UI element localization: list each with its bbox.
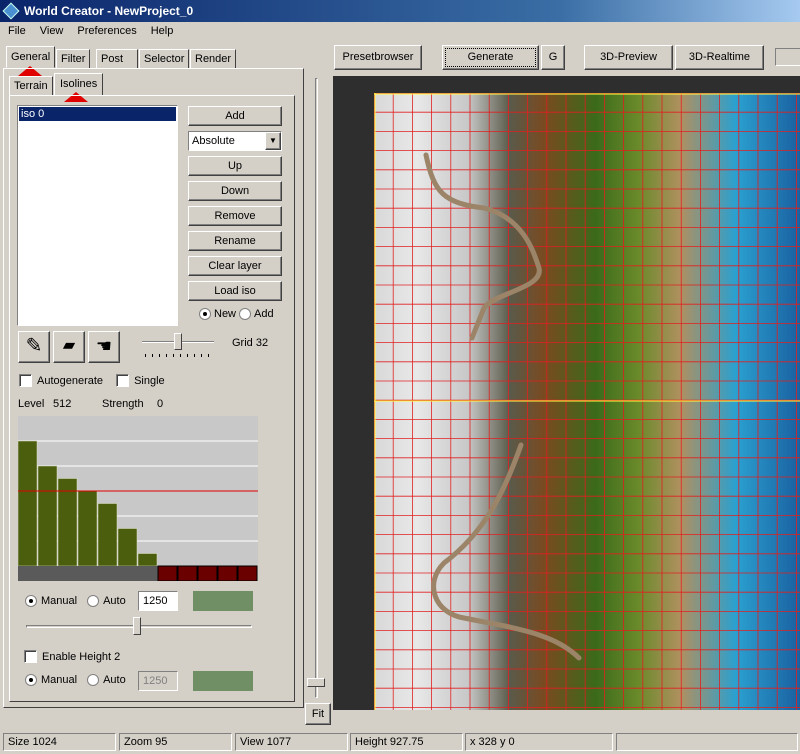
new-add-radios: New Add: [199, 308, 274, 320]
menu-bar: File View Preferences Help: [0, 22, 179, 42]
histogram-bar: [77, 490, 98, 567]
mode-select[interactable]: Absolute ▼: [188, 131, 282, 151]
histogram-bar: [137, 553, 158, 567]
menu-preferences[interactable]: Preferences: [69, 22, 142, 42]
histogram-bar: [18, 440, 38, 567]
status-extra: [616, 733, 798, 751]
title-bar: World Creator - NewProject_0: [0, 0, 800, 22]
up-button[interactable]: Up: [188, 156, 282, 176]
single-checkbox[interactable]: [116, 374, 130, 387]
strength-label: Strength: [102, 398, 144, 410]
height2-input: 1250: [138, 671, 178, 691]
strength-value: 0: [157, 398, 164, 410]
add-button[interactable]: Add: [188, 106, 282, 126]
generate-button[interactable]: Generate: [442, 45, 539, 70]
hand-icon[interactable]: ☚: [88, 331, 120, 363]
window-title: World Creator - NewProject_0: [24, 4, 194, 18]
3d-realtime-button[interactable]: 3D-Realtime: [675, 45, 764, 70]
histogram-bar: [117, 528, 138, 567]
rename-button[interactable]: Rename: [188, 231, 282, 251]
auto-radio[interactable]: [87, 595, 100, 607]
down-button[interactable]: Down: [188, 181, 282, 201]
zoom-slider-track[interactable]: [315, 78, 318, 698]
histogram-bar: [97, 503, 118, 567]
status-coords: x 328 y 0: [465, 733, 613, 751]
manual-radio[interactable]: [25, 595, 37, 607]
histogram-marker: [217, 565, 238, 581]
autogenerate-label: Autogenerate: [37, 374, 104, 387]
remove-button[interactable]: Remove: [188, 206, 282, 226]
height1-slider-thumb[interactable]: [132, 617, 141, 635]
new-label: New: [214, 308, 237, 320]
tab-filter[interactable]: Filter: [56, 49, 91, 69]
enable-height2-checkbox[interactable]: [24, 650, 37, 663]
status-zoom: Zoom 95: [119, 733, 232, 751]
menu-help[interactable]: Help: [143, 22, 180, 42]
load-iso-button[interactable]: Load iso: [188, 281, 282, 301]
status-view: View 1077: [235, 733, 348, 751]
histogram-marker: [197, 565, 218, 581]
terrain-grid: [374, 93, 800, 710]
height1-input[interactable]: 1250: [138, 591, 178, 611]
status-size: Size 1024: [3, 733, 116, 751]
histogram-bar: [57, 478, 78, 567]
eraser-icon[interactable]: ▰: [53, 331, 85, 363]
tab-terrain[interactable]: Terrain: [9, 76, 53, 96]
auto-label: Auto: [103, 595, 126, 607]
slider-ticks: [145, 354, 211, 357]
g-button[interactable]: G: [541, 45, 565, 70]
histogram-base: [18, 566, 158, 581]
height2-color-swatch[interactable]: [193, 671, 253, 691]
autogenerate-checkbox[interactable]: [19, 374, 32, 387]
menu-view[interactable]: View: [32, 22, 70, 42]
histogram[interactable]: [18, 416, 258, 581]
height1-color-swatch[interactable]: [193, 591, 253, 611]
tab-general[interactable]: General: [6, 46, 56, 68]
level-value: 512: [53, 398, 72, 410]
histogram-marker: [237, 565, 258, 581]
tab-render[interactable]: Render: [190, 49, 237, 69]
auto-label-2: Auto: [103, 674, 126, 686]
presetbrowser-button[interactable]: Presetbrowser: [334, 45, 422, 70]
enable-height2-label: Enable Height 2: [42, 650, 121, 663]
tab-selector[interactable]: Selector: [139, 49, 190, 69]
new-radio[interactable]: [199, 308, 211, 320]
height2-mode: Manual Auto: [25, 674, 126, 686]
menu-file[interactable]: File: [0, 22, 32, 42]
height1-mode: Manual Auto: [25, 595, 126, 607]
status-height: Height 927.75: [350, 733, 463, 751]
grid-label: Grid 32: [232, 337, 269, 349]
chevron-down-icon[interactable]: ▼: [265, 132, 281, 150]
level-label: Level: [18, 398, 45, 410]
histogram-marker: [177, 565, 198, 581]
fit-button[interactable]: Fit: [305, 703, 331, 725]
auto-radio-2[interactable]: [87, 674, 100, 686]
zoom-slider-thumb[interactable]: [307, 678, 325, 687]
add-radio[interactable]: [239, 308, 252, 320]
grid-slider-thumb[interactable]: [174, 333, 182, 350]
add-label: Add: [254, 308, 274, 320]
clear-layer-button[interactable]: Clear layer: [188, 256, 282, 276]
list-item[interactable]: iso 0: [19, 107, 176, 121]
options-row: Autogenerate Single: [19, 374, 165, 387]
tab-post[interactable]: Post: [96, 49, 138, 69]
single-label: Single: [134, 374, 165, 387]
enable-height2-row: Enable Height 2: [24, 650, 120, 663]
pencil-icon[interactable]: ✎: [18, 331, 50, 363]
histogram-bar: [37, 465, 58, 567]
iso-list[interactable]: iso 0: [17, 105, 178, 326]
mode-value: Absolute: [192, 135, 235, 147]
histogram-marker: [157, 565, 178, 581]
manual-label-2: Manual: [41, 674, 78, 686]
manual-radio-2[interactable]: [25, 674, 37, 686]
manual-label: Manual: [41, 595, 78, 607]
3d-preview-button[interactable]: 3D-Preview: [584, 45, 673, 70]
toolbar-field: [775, 48, 800, 66]
